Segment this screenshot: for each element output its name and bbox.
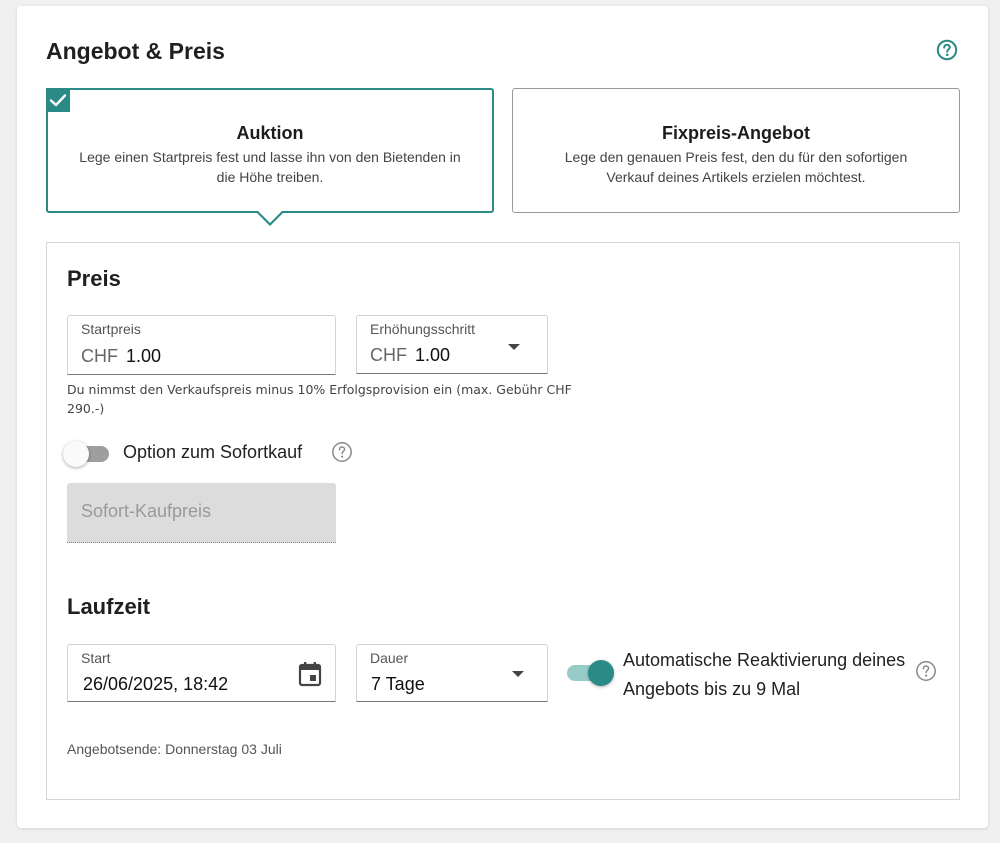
buy-now-label: Option zum Sofortkauf <box>123 442 303 462</box>
offer-description: Lege den genauen Preis fest, den du für … <box>564 149 908 185</box>
calendar-icon[interactable] <box>298 661 322 687</box>
question-circle-icon[interactable] <box>936 39 958 61</box>
offer-title: Auktion <box>236 123 304 143</box>
question-circle-icon[interactable] <box>915 660 937 682</box>
offer-type-fixed-price[interactable]: Fixpreis-Angebot Lege den genauen Preis … <box>512 88 960 213</box>
start-price-input[interactable]: 1.00 <box>126 346 161 366</box>
offer-description: Lege einen Startpreis fest und lasse ihn… <box>79 149 461 185</box>
increment-select[interactable]: Erhöhungsschritt CHF 1.00 <box>356 315 548 374</box>
chevron-down-icon <box>508 344 520 350</box>
field-label: Erhöhungsschritt <box>370 321 476 337</box>
chevron-down-icon <box>512 671 524 677</box>
buy-now-price-input: Sofort-Kaufpreis <box>67 483 336 543</box>
start-price-field[interactable]: Startpreis CHF 1.00 <box>67 315 336 375</box>
duration-value: 7 Tage <box>371 674 425 694</box>
offer-end-text: Angebotsende: Donnerstag 03 Juli <box>67 741 282 757</box>
field-placeholder: Sofort-Kaufpreis <box>81 501 212 521</box>
field-label: Startpreis <box>81 321 141 337</box>
question-circle-icon[interactable] <box>331 441 353 463</box>
duration-heading: Laufzeit <box>67 594 151 619</box>
checkmark-icon <box>46 88 70 112</box>
auto-relist-label: Automatische Reaktivierung deines Angebo… <box>623 650 906 699</box>
currency-prefix: CHF <box>81 346 118 366</box>
duration-select[interactable]: Dauer 7 Tage <box>356 644 548 702</box>
field-label: Dauer <box>370 650 409 666</box>
price-heading: Preis <box>67 266 121 291</box>
start-date-field[interactable]: Start 26/06/2025, 18:42 <box>67 644 336 702</box>
increment-value: 1.00 <box>415 345 451 365</box>
section-title: Angebot & Preis <box>46 38 225 64</box>
toggle-thumb[interactable] <box>63 441 89 467</box>
currency-prefix: CHF <box>370 345 407 365</box>
offer-title: Fixpreis-Angebot <box>661 123 810 143</box>
start-date-value: 26/06/2025, 18:42 <box>83 674 229 694</box>
toggle-thumb[interactable] <box>588 660 614 686</box>
field-label: Start <box>81 650 111 666</box>
offer-type-auction[interactable]: Auktion Lege einen Startpreis fest und l… <box>46 88 494 213</box>
commission-hint: Du nimmst den Verkaufspreis minus 10% Er… <box>67 382 572 416</box>
